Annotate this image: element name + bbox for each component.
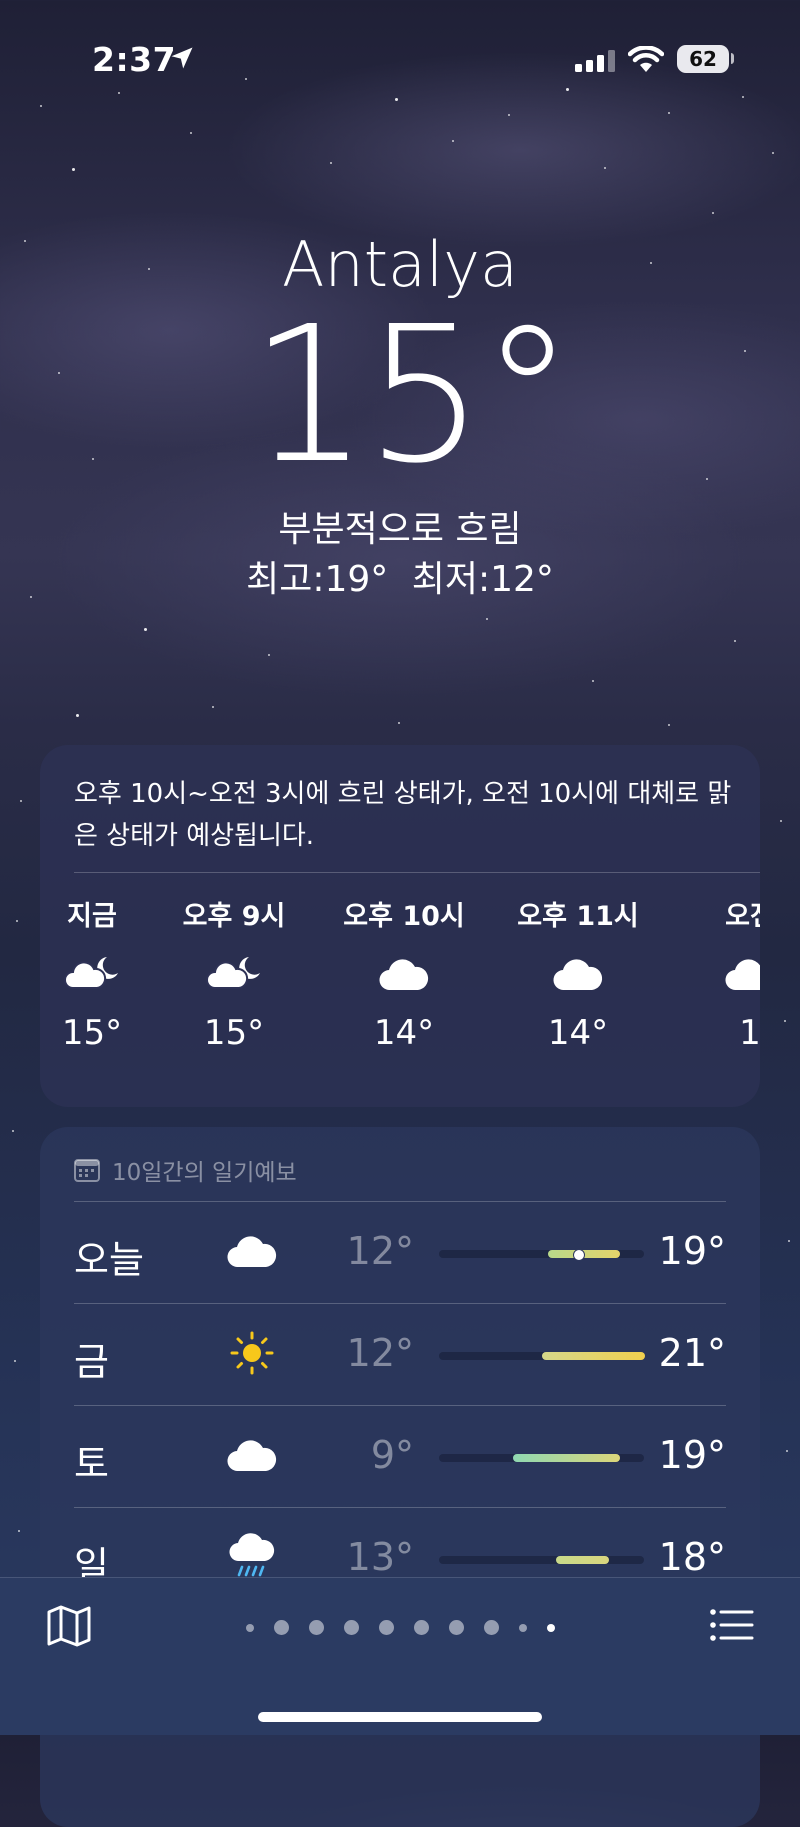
temperature-range-bar bbox=[439, 1352, 645, 1360]
hourly-temp: 1 bbox=[739, 1013, 760, 1053]
hourly-item: 오전 1 bbox=[680, 897, 760, 1053]
current-temperature: 15° bbox=[249, 286, 574, 505]
page-dot[interactable] bbox=[245, 1623, 254, 1632]
page-dot[interactable] bbox=[518, 1623, 527, 1632]
daily-high: 19° bbox=[658, 1433, 726, 1477]
daily-day: 오늘 bbox=[74, 1238, 144, 1282]
page-dot[interactable] bbox=[483, 1620, 499, 1635]
temperature-range-fill bbox=[513, 1454, 620, 1462]
temperature-range-bar bbox=[439, 1249, 644, 1261]
cloud-icon bbox=[334, 949, 474, 999]
status-bar: 2:37 62 bbox=[0, 0, 800, 120]
hourly-item: 오후 11시 14° bbox=[508, 897, 648, 1053]
daily-forecast-title: 10일간의 일기예보 bbox=[112, 1160, 297, 1186]
battery-indicator: 62 bbox=[677, 45, 729, 73]
hourly-temp: 15° bbox=[203, 1013, 265, 1053]
hourly-time: 오후 11시 bbox=[517, 901, 639, 932]
daily-day: 금 bbox=[74, 1340, 109, 1384]
current-temp-marker bbox=[573, 1249, 585, 1261]
daily-row[interactable]: 토 9° 19° bbox=[74, 1405, 726, 1507]
daily-row[interactable]: 오늘 12° 19° bbox=[74, 1201, 726, 1303]
hourly-time: 오후 9시 bbox=[182, 901, 286, 932]
hourly-divider bbox=[74, 872, 760, 873]
high-temp: 최고:19° bbox=[246, 559, 389, 600]
page-dot[interactable] bbox=[308, 1620, 324, 1635]
temperature-range-bar bbox=[439, 1556, 644, 1564]
daily-high: 21° bbox=[658, 1331, 726, 1375]
cloud-icon bbox=[508, 949, 648, 999]
hourly-time: 오후 10시 bbox=[343, 901, 465, 932]
page-dot[interactable] bbox=[546, 1623, 555, 1632]
daily-high: 19° bbox=[658, 1229, 726, 1273]
temperature-range-fill bbox=[556, 1556, 609, 1564]
page-dot[interactable] bbox=[343, 1620, 359, 1635]
list-icon[interactable] bbox=[706, 1600, 756, 1650]
hourly-item: 오후 9시 15° bbox=[164, 897, 304, 1053]
forecast-summary: 오후 10시~오전 3시에 흐린 상태가, 오전 10시에 대체로 맑은 상태가… bbox=[74, 779, 732, 851]
sun-icon bbox=[222, 1327, 282, 1379]
partly-cloudy-night-icon bbox=[164, 949, 304, 999]
daily-low: 12° bbox=[346, 1331, 414, 1375]
cloud-rain-icon bbox=[222, 1531, 282, 1583]
bottom-toolbar bbox=[0, 1577, 800, 1735]
hourly-temp: 14° bbox=[373, 1013, 435, 1053]
daily-forecast-header: 10일간의 일기예보 bbox=[74, 1153, 297, 1187]
cloud-icon bbox=[222, 1429, 282, 1481]
page-dot[interactable] bbox=[378, 1620, 394, 1635]
status-time: 2:37 bbox=[92, 40, 177, 79]
temperature-range-fill bbox=[542, 1352, 645, 1360]
page-indicator[interactable] bbox=[0, 1620, 800, 1635]
location-arrow-icon bbox=[171, 47, 193, 69]
temperature-range-bar bbox=[439, 1454, 644, 1462]
low-temp: 최저:12° bbox=[411, 559, 554, 600]
hourly-forecast-card[interactable]: 오후 10시~오전 3시에 흐린 상태가, 오전 10시에 대체로 맑은 상태가… bbox=[40, 745, 760, 1107]
page-dot[interactable] bbox=[448, 1620, 464, 1635]
wifi-icon bbox=[628, 46, 664, 72]
daily-low: 9° bbox=[370, 1433, 414, 1477]
high-low: 최고:19° 최저:12° bbox=[0, 550, 800, 602]
daily-day: 토 bbox=[74, 1442, 109, 1486]
page-dot[interactable] bbox=[273, 1620, 289, 1635]
current-condition: 부분적으로 흐림 bbox=[278, 509, 522, 550]
daily-high: 18° bbox=[658, 1535, 726, 1579]
cloud-icon bbox=[222, 1225, 282, 1277]
page-dot[interactable] bbox=[413, 1620, 429, 1635]
cloud-icon bbox=[680, 949, 760, 999]
partly-cloudy-night-icon bbox=[40, 949, 162, 999]
daily-low: 12° bbox=[346, 1229, 414, 1273]
calendar-icon bbox=[74, 1159, 100, 1182]
hourly-time: 오전 bbox=[725, 901, 760, 932]
cellular-signal-icon bbox=[575, 50, 615, 72]
hourly-item: 지금 15° bbox=[40, 897, 162, 1053]
battery-nub bbox=[731, 53, 734, 64]
hourly-temp: 15° bbox=[61, 1013, 123, 1053]
daily-low: 13° bbox=[346, 1535, 414, 1579]
hourly-time: 지금 bbox=[67, 901, 117, 932]
home-indicator[interactable] bbox=[258, 1712, 542, 1722]
hourly-item: 오후 10시 14° bbox=[334, 897, 474, 1053]
daily-row[interactable]: 금 12° 21° bbox=[74, 1303, 726, 1405]
hourly-temp: 14° bbox=[547, 1013, 609, 1053]
